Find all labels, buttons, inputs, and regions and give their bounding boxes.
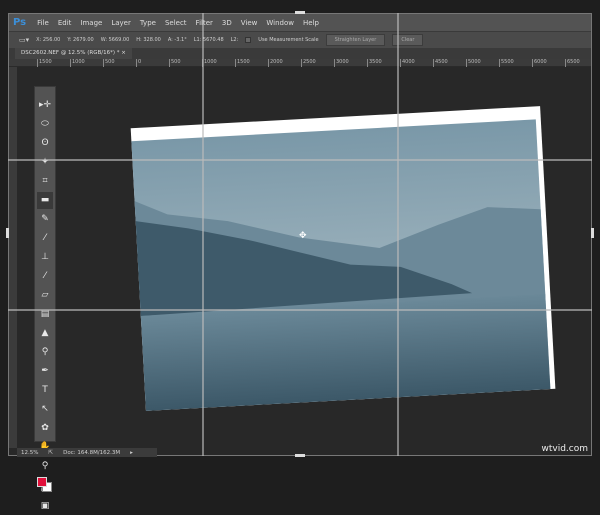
document-tab-label: DSC2602.NEF @ 12.5% (RGB/16*) * — [21, 50, 120, 56]
menu-edit[interactable]: Edit — [58, 19, 72, 27]
photoshop-window: Ps File Edit Image Layer Type Select Fil… — [8, 13, 592, 511]
options-bar: ▭▾ X: 256.00 Y: 2679.00 W: 5669.00 H: 32… — [9, 31, 591, 48]
menu-layer[interactable]: Layer — [111, 19, 131, 27]
ruler-tick-label: 3500 — [367, 59, 382, 67]
eraser-tool-icon[interactable]: ▱ — [37, 287, 53, 304]
ruler-tick-label: 2000 — [268, 59, 283, 67]
ruler-tick-label: 0 — [136, 59, 142, 67]
l2-value: L2: — [230, 37, 239, 43]
menu-3d[interactable]: 3D — [222, 19, 232, 27]
ruler-tick-label: 4500 — [433, 59, 448, 67]
ruler-tick-label: 4000 — [400, 59, 415, 67]
menu-file[interactable]: File — [37, 19, 49, 27]
measurement-scale-checkbox[interactable] — [245, 37, 252, 43]
y-value: Y: 2679.00 — [67, 37, 94, 43]
path-select-tool-icon[interactable]: ↖ — [37, 401, 53, 418]
horizontal-ruler: 1500 1000 500 0 500 1000 1500 2000 2500 3000 3500 4… — [9, 59, 591, 67]
screen-mode-icon[interactable]: ▣ — [37, 498, 53, 515]
angle-value: A: -3.1° — [167, 37, 187, 43]
stamp-tool-icon[interactable]: ⊥ — [37, 249, 53, 266]
ruler-tick-label: 6000 — [532, 59, 547, 67]
magic-wand-tool-icon[interactable]: ✦ — [37, 154, 53, 171]
menu-window[interactable]: Window — [266, 19, 294, 27]
ruler-tick-label: 1000 — [202, 59, 217, 67]
move-tool-icon[interactable]: ▸✛ — [37, 97, 53, 114]
measurement-scale-label: Use Measurement Scale — [258, 37, 319, 43]
document-tab[interactable]: DSC2602.NEF @ 12.5% (RGB/16*) * × — [15, 48, 132, 59]
ruler-tick-label: 500 — [169, 59, 181, 67]
type-tool-icon[interactable]: T — [37, 382, 53, 399]
ruler-tick-label: 5000 — [466, 59, 481, 67]
menu-view[interactable]: View — [241, 19, 258, 27]
tools-panel: ▸✛⬭ʘ✦⌗▬✎⁄⊥⁄▱▤▲⚲✒T↖✿✋⚲◙▣ — [34, 86, 56, 511]
ruler-tick-label: 1500 — [37, 59, 52, 67]
watermark: wtvid.com — [541, 444, 588, 454]
export-icon[interactable]: ⇱ — [48, 450, 53, 456]
clear-button[interactable]: Clear — [392, 34, 424, 46]
doc-size: Doc: 164.8M/162.3M — [63, 449, 121, 456]
h-value: H: 328.00 — [136, 37, 161, 43]
x-value: X: 256.00 — [36, 37, 61, 43]
crop-tool-icon[interactable]: ⌗ — [37, 173, 53, 190]
lasso-tool-icon[interactable]: ʘ — [37, 135, 53, 152]
status-menu-arrow-icon[interactable]: ▸ — [130, 450, 133, 456]
tab-bar: DSC2602.NEF @ 12.5% (RGB/16*) * × — [9, 48, 591, 59]
w-value: W: 5669.00 — [100, 37, 130, 43]
healing-tool-icon[interactable]: ✎ — [37, 211, 53, 228]
blur-tool-icon[interactable]: ▲ — [37, 325, 53, 342]
menu-bar: Ps File Edit Image Layer Type Select Fil… — [9, 14, 591, 31]
ps-logo: Ps — [13, 17, 27, 28]
ruler-tick-label: 5500 — [499, 59, 514, 67]
zoom-level[interactable]: 12.5% — [21, 450, 38, 456]
ruler-tick-label: 500 — [103, 59, 115, 67]
menu-image[interactable]: Image — [80, 19, 102, 27]
menu-select[interactable]: Select — [165, 19, 187, 27]
straighten-layer-button[interactable]: Straighten Layer — [325, 34, 386, 46]
menu-filter[interactable]: Filter — [196, 19, 213, 27]
ruler-tick-label: 6500 — [565, 59, 580, 67]
menu-type[interactable]: Type — [140, 19, 156, 27]
pen-tool-icon[interactable]: ✒ — [37, 363, 53, 380]
ruler-tick-label: 3000 — [334, 59, 349, 67]
history-brush-tool-icon[interactable]: ⁄ — [37, 268, 53, 285]
dodge-tool-icon[interactable]: ⚲ — [37, 344, 53, 361]
vertical-ruler — [9, 67, 17, 448]
zoom-tool-icon[interactable]: ⚲ — [37, 458, 53, 475]
gradient-tool-icon[interactable]: ▤ — [37, 306, 53, 323]
brush-tool-icon[interactable]: ⁄ — [37, 230, 53, 247]
ruler-tool-preset[interactable]: ▭▾ — [19, 36, 29, 44]
ruler-tick-label: 1500 — [235, 59, 250, 67]
ruler-tick-label: 2500 — [301, 59, 316, 67]
ruler-tick-label: 1000 — [70, 59, 85, 67]
ruler-tool-icon[interactable]: ▬ — [37, 192, 53, 209]
shape-tool-icon[interactable]: ✿ — [37, 420, 53, 437]
menu-help[interactable]: Help — [303, 19, 319, 27]
marquee-tool-icon[interactable]: ⬭ — [37, 116, 53, 133]
l1-value: L1: 5670.48 — [193, 37, 224, 43]
close-tab-icon[interactable]: × — [121, 50, 126, 56]
status-bar: 12.5% ⇱ Doc: 164.8M/162.3M ▸ — [17, 448, 157, 457]
foreground-color[interactable] — [37, 477, 47, 487]
